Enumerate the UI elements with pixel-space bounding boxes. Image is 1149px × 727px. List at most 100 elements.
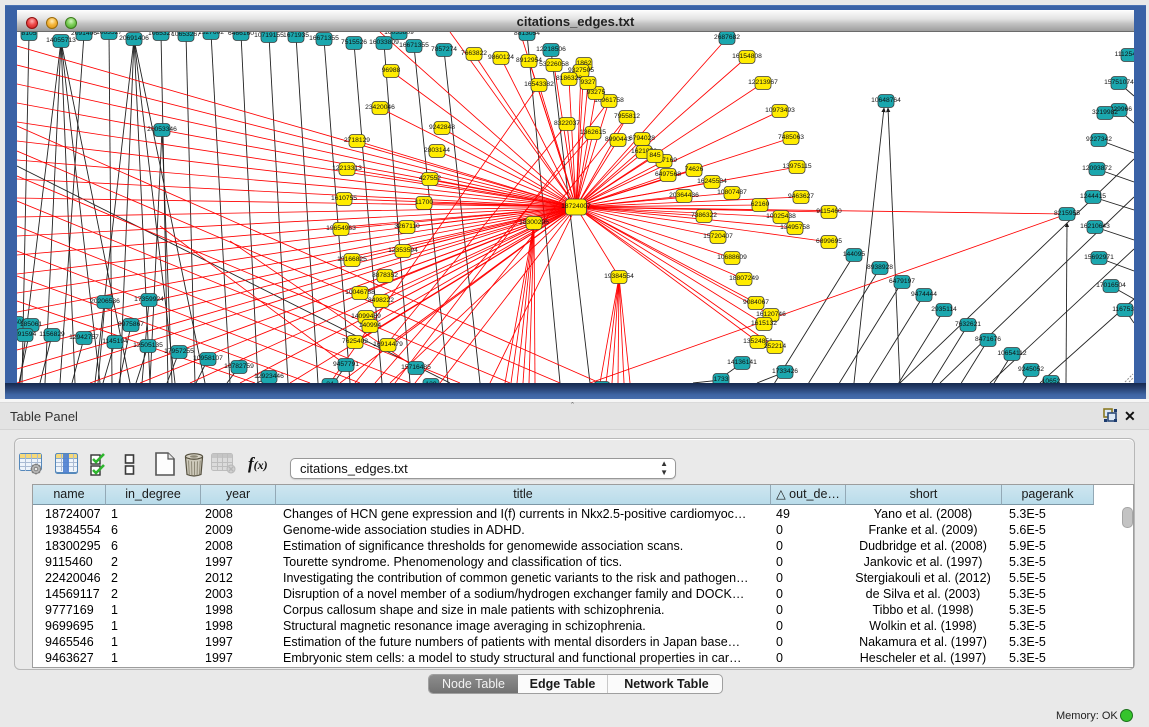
svg-text:9457791: 9457791 [333, 361, 359, 368]
svg-text:1733: 1733 [714, 376, 729, 383]
svg-text:74626: 74626 [685, 166, 704, 173]
svg-text:53226058: 53226058 [539, 61, 569, 68]
svg-text:16033809: 16033809 [384, 32, 414, 36]
svg-text:8878352: 8878352 [372, 272, 398, 279]
svg-text:20364436: 20364436 [669, 192, 699, 199]
svg-text:252214: 252214 [764, 343, 787, 350]
svg-text:16210643: 16210643 [1080, 223, 1110, 230]
svg-text:7386322: 7386322 [691, 212, 717, 219]
svg-text:15751074: 15751074 [1104, 79, 1134, 86]
svg-text:16914479: 16914479 [373, 341, 403, 348]
svg-text:14055713: 14055713 [46, 37, 76, 44]
svg-text:1671935: 1671935 [283, 32, 309, 39]
svg-text:12942757: 12942757 [69, 334, 99, 341]
svg-text:18724007: 18724007 [561, 203, 591, 210]
svg-text:8990443: 8990443 [605, 136, 631, 143]
svg-text:14136141: 14136141 [727, 359, 757, 366]
svg-text:7485063: 7485063 [778, 134, 804, 141]
svg-text:12213967: 12213967 [748, 79, 778, 86]
svg-text:9474444: 9474444 [911, 291, 937, 298]
svg-text:15720407: 15720407 [703, 233, 733, 240]
svg-text:20206536: 20206536 [90, 298, 120, 305]
svg-text:96988: 96988 [382, 67, 401, 74]
svg-text:9463627: 9463627 [788, 193, 814, 200]
svg-text:9084067: 9084067 [743, 299, 769, 306]
svg-text:1362615: 1362615 [580, 129, 606, 136]
svg-text:8813054: 8813054 [514, 32, 540, 37]
svg-text:16671355: 16671355 [399, 42, 429, 49]
svg-text:19384554: 19384554 [604, 273, 634, 280]
svg-text:6899695: 6899695 [816, 238, 842, 245]
svg-text:10688609: 10688609 [717, 254, 747, 261]
svg-text:9115460: 9115460 [816, 208, 842, 215]
svg-text:8105: 8105 [22, 32, 37, 37]
svg-text:16782759: 16782759 [224, 363, 254, 370]
svg-text:9860124: 9860124 [488, 54, 514, 61]
svg-text:7632621: 7632621 [955, 321, 981, 328]
svg-text:9975867: 9975867 [118, 321, 144, 328]
svg-text:19166825: 19166825 [337, 256, 367, 263]
svg-text:10958107: 10958107 [193, 355, 223, 362]
svg-text:17016504: 17016504 [1096, 282, 1126, 289]
svg-text:10807487: 10807487 [717, 189, 747, 196]
svg-text:1244415: 1244415 [1080, 193, 1106, 200]
svg-text:9245052: 9245052 [1018, 366, 1044, 373]
svg-text:17359924: 17359924 [134, 296, 164, 303]
svg-text:1167534: 1167534 [1112, 306, 1134, 313]
svg-text:391594: 391594 [17, 331, 36, 338]
svg-text:2935114: 2935114 [931, 306, 957, 313]
svg-text:12213313: 12213313 [332, 165, 362, 172]
svg-text:6466160: 6466160 [228, 32, 254, 37]
svg-text:7955812: 7955812 [614, 113, 640, 120]
svg-text:9242848: 9242848 [429, 124, 455, 131]
svg-text:1156829: 1156829 [39, 331, 65, 338]
svg-text:13495758: 13495758 [780, 224, 810, 231]
svg-text:2718129: 2718129 [344, 137, 370, 144]
svg-text:3267110: 3267110 [394, 223, 420, 230]
svg-text:10973493: 10973493 [765, 107, 795, 114]
svg-text:8215955: 8215955 [1054, 210, 1080, 217]
svg-text:18807249: 18807249 [729, 275, 759, 282]
svg-text:129: 129 [425, 381, 436, 383]
svg-text:11125419: 11125419 [1115, 51, 1134, 58]
svg-text:2803144: 2803144 [424, 147, 450, 154]
svg-text:1527602: 1527602 [198, 32, 224, 36]
svg-text:427552: 427552 [419, 175, 442, 182]
svg-text:9327: 9327 [581, 79, 596, 86]
svg-text:12218506: 12218506 [536, 46, 566, 53]
svg-text:20691406: 20691406 [119, 35, 149, 42]
svg-text:10025438: 10025438 [766, 213, 796, 220]
svg-text:10654112: 10654112 [997, 350, 1027, 357]
svg-text:140994: 140994 [359, 322, 382, 329]
svg-text:19654963: 19654963 [326, 225, 356, 232]
svg-text:10719155: 10719155 [254, 32, 284, 39]
svg-text:15716485: 15716485 [401, 364, 431, 371]
svg-text:10653267: 10653267 [171, 32, 201, 38]
svg-text:6794028: 6794028 [629, 135, 655, 142]
svg-text:8938928: 8938928 [867, 264, 893, 271]
svg-text:12093872: 12093872 [1082, 165, 1112, 172]
svg-text:6497568: 6497568 [655, 171, 681, 178]
svg-text:2091406: 2091406 [71, 32, 97, 37]
svg-text:93275: 93275 [587, 89, 606, 96]
svg-text:16245534: 16245534 [697, 178, 727, 185]
svg-text:7515526: 7515526 [341, 39, 367, 46]
svg-text:7625402: 7625402 [342, 338, 368, 345]
svg-text:8186328: 8186328 [556, 75, 582, 82]
svg-text:12353594: 12353594 [388, 247, 418, 254]
svg-text:1615132: 1615132 [751, 320, 777, 327]
svg-text:8322037: 8322037 [554, 120, 580, 127]
svg-text:16154808: 16154808 [732, 53, 762, 60]
svg-text:2687682: 2687682 [714, 34, 740, 41]
svg-text:20053346: 20053346 [147, 126, 177, 133]
svg-text:10046788: 10046788 [345, 289, 375, 296]
svg-text:7663822: 7663822 [461, 50, 487, 57]
svg-text:12505135: 12505135 [133, 342, 163, 349]
svg-text:1610755: 1610755 [331, 195, 357, 202]
svg-text:84: 84 [326, 381, 334, 383]
svg-text:12923446: 12923446 [254, 373, 284, 380]
svg-text:1733426: 1733426 [772, 368, 798, 375]
svg-text:11700: 11700 [415, 199, 433, 206]
svg-text:18300295: 18300295 [519, 219, 549, 226]
svg-text:144095: 144095 [843, 251, 866, 258]
